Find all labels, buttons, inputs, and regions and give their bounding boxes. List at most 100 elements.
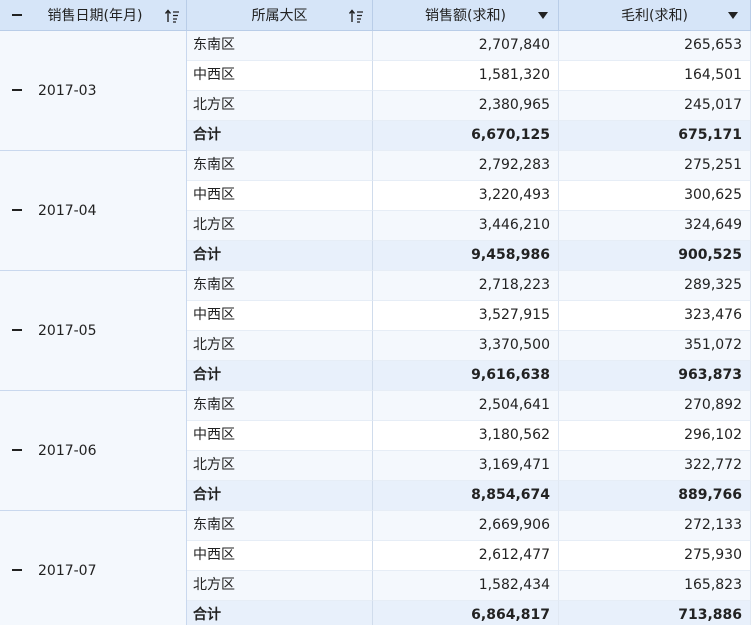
- table-header: 销售日期(年月) 所属大区 销售额(求和) 毛利(求和): [0, 0, 751, 31]
- profit-cell: 164,501: [559, 61, 751, 91]
- sales-cell: 3,527,915: [373, 301, 559, 331]
- row-group: 2017-03 东南区 2,707,840 265,653 中西区 1,581,320 16…: [0, 31, 751, 151]
- region-cell: 北方区: [187, 571, 373, 601]
- sales-cell: 2,380,965: [373, 91, 559, 121]
- profit-cell: 165,823: [559, 571, 751, 601]
- sales-cell: 1,582,434: [373, 571, 559, 601]
- table-row: 北方区 3,446,210 324,649: [187, 211, 751, 241]
- subtotal-row: 合计 6,864,817 713,886: [187, 601, 751, 625]
- group-header-cell: 2017-03: [0, 31, 187, 151]
- group-label: 2017-06: [38, 443, 97, 459]
- profit-cell: 270,892: [559, 391, 751, 421]
- region-cell: 合计: [187, 241, 373, 271]
- profit-cell: 275,251: [559, 151, 751, 181]
- profit-cell: 713,886: [559, 601, 751, 625]
- profit-cell: 900,525: [559, 241, 751, 271]
- sales-cell: 2,612,477: [373, 541, 559, 571]
- region-cell: 中西区: [187, 61, 373, 91]
- table-row: 中西区 2,612,477 275,930: [187, 541, 751, 571]
- group-label: 2017-04: [38, 203, 97, 219]
- profit-cell: 289,325: [559, 271, 751, 301]
- sales-cell: 2,669,906: [373, 511, 559, 541]
- region-cell: 北方区: [187, 91, 373, 121]
- region-cell: 东南区: [187, 511, 373, 541]
- column-header-profit[interactable]: 毛利(求和): [559, 0, 751, 31]
- region-cell: 中西区: [187, 541, 373, 571]
- column-header-label: 销售日期(年月): [47, 8, 143, 24]
- collapse-all-icon[interactable]: [10, 8, 24, 22]
- region-cell: 中西区: [187, 421, 373, 451]
- sales-cell: 3,169,471: [373, 451, 559, 481]
- group-header-cell: 2017-06: [0, 391, 187, 511]
- sales-cell: 3,220,493: [373, 181, 559, 211]
- collapse-group-icon[interactable]: [10, 83, 24, 97]
- profit-cell: 300,625: [559, 181, 751, 211]
- sales-cell: 9,616,638: [373, 361, 559, 391]
- profit-cell: 272,133: [559, 511, 751, 541]
- column-header-sale-date[interactable]: 销售日期(年月): [0, 0, 187, 31]
- dropdown-triangle-icon[interactable]: [728, 0, 738, 31]
- region-cell: 东南区: [187, 391, 373, 421]
- profit-cell: 265,653: [559, 31, 751, 61]
- pivot-table: 销售日期(年月) 所属大区 销售额(求和) 毛利(求和) 2017-03 东南区 2…: [0, 0, 751, 625]
- profit-cell: 963,873: [559, 361, 751, 391]
- dropdown-triangle-icon[interactable]: [538, 0, 548, 31]
- table-row: 北方区 3,370,500 351,072: [187, 331, 751, 361]
- table-row: 东南区 2,718,223 289,325: [187, 271, 751, 301]
- subtotal-row: 合计 8,854,674 889,766: [187, 481, 751, 511]
- region-cell: 北方区: [187, 211, 373, 241]
- row-group: 2017-06 东南区 2,504,641 270,892 中西区 3,180,562 29…: [0, 391, 751, 511]
- collapse-group-icon[interactable]: [10, 563, 24, 577]
- profit-cell: 324,649: [559, 211, 751, 241]
- collapse-group-icon[interactable]: [10, 443, 24, 457]
- collapse-group-icon[interactable]: [10, 323, 24, 337]
- row-group: 2017-07 东南区 2,669,906 272,133 中西区 2,612,477 27…: [0, 511, 751, 625]
- subtotal-row: 合计 6,670,125 675,171: [187, 121, 751, 151]
- group-label: 2017-07: [38, 563, 97, 579]
- group-label: 2017-03: [38, 83, 97, 99]
- profit-cell: 296,102: [559, 421, 751, 451]
- sales-cell: 2,504,641: [373, 391, 559, 421]
- sales-cell: 6,864,817: [373, 601, 559, 625]
- sales-cell: 9,458,986: [373, 241, 559, 271]
- region-cell: 中西区: [187, 181, 373, 211]
- region-cell: 合计: [187, 361, 373, 391]
- region-cell: 合计: [187, 601, 373, 625]
- profit-cell: 889,766: [559, 481, 751, 511]
- sales-cell: 2,792,283: [373, 151, 559, 181]
- region-cell: 北方区: [187, 451, 373, 481]
- row-group: 2017-05 东南区 2,718,223 289,325 中西区 3,527,915 32…: [0, 271, 751, 391]
- column-header-region[interactable]: 所属大区: [187, 0, 373, 31]
- table-row: 中西区 1,581,320 164,501: [187, 61, 751, 91]
- table-row: 东南区 2,792,283 275,251: [187, 151, 751, 181]
- sales-cell: 6,670,125: [373, 121, 559, 151]
- table-row: 中西区 3,180,562 296,102: [187, 421, 751, 451]
- group-label: 2017-05: [38, 323, 97, 339]
- sales-cell: 3,370,500: [373, 331, 559, 361]
- table-row: 中西区 3,220,493 300,625: [187, 181, 751, 211]
- region-cell: 中西区: [187, 301, 373, 331]
- table-row: 北方区 3,169,471 322,772: [187, 451, 751, 481]
- sort-ascending-icon[interactable]: [164, 0, 180, 31]
- subtotal-row: 合计 9,616,638 963,873: [187, 361, 751, 391]
- column-header-label: 所属大区: [251, 8, 308, 24]
- profit-cell: 322,772: [559, 451, 751, 481]
- region-cell: 北方区: [187, 331, 373, 361]
- profit-cell: 323,476: [559, 301, 751, 331]
- region-cell: 合计: [187, 481, 373, 511]
- column-header-sales[interactable]: 销售额(求和): [373, 0, 559, 31]
- sales-cell: 2,718,223: [373, 271, 559, 301]
- sales-cell: 3,446,210: [373, 211, 559, 241]
- column-header-label: 毛利(求和): [621, 8, 688, 24]
- table-row: 中西区 3,527,915 323,476: [187, 301, 751, 331]
- sales-cell: 8,854,674: [373, 481, 559, 511]
- sort-ascending-icon[interactable]: [348, 0, 364, 31]
- table-row: 北方区 1,582,434 165,823: [187, 571, 751, 601]
- group-header-cell: 2017-07: [0, 511, 187, 625]
- sales-cell: 1,581,320: [373, 61, 559, 91]
- profit-cell: 245,017: [559, 91, 751, 121]
- region-cell: 东南区: [187, 271, 373, 301]
- column-header-label: 销售额(求和): [425, 8, 506, 24]
- collapse-group-icon[interactable]: [10, 203, 24, 217]
- row-group: 2017-04 东南区 2,792,283 275,251 中西区 3,220,493 30…: [0, 151, 751, 271]
